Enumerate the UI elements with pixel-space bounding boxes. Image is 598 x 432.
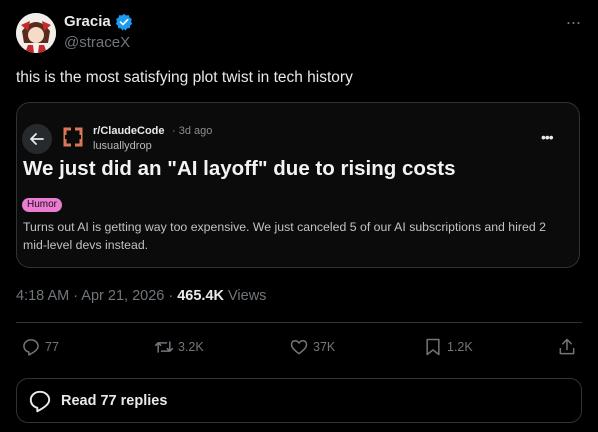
reply-count: 77 [45,340,59,354]
card-more-icon[interactable]: ••• [541,129,554,145]
more-options-icon[interactable]: ··· [563,12,583,32]
bookmark-count: 1.2K [447,340,473,354]
share-button[interactable] [557,336,581,358]
tweet-timestamp[interactable]: 4:18 AM · Apr 21, 2026 · [16,288,177,304]
read-replies-button[interactable]: Read 77 replies [16,378,582,423]
tweet-text: this is the most satisfying plot twist i… [16,69,353,86]
avatar[interactable] [16,13,56,53]
flair-badge: Humor [22,198,63,212]
divider [16,322,582,323]
subreddit-icon[interactable] [62,126,84,148]
tweet-meta: 4:18 AM · Apr 21, 2026 · 465.4K Views [16,288,266,304]
bookmark-button[interactable]: 1.2K [423,336,473,358]
reply-bubble-icon [29,390,51,412]
repost-count: 3.2K [178,340,204,354]
author-handle[interactable]: @straceX [64,34,130,51]
repost-icon [154,341,174,353]
reply-icon [23,339,39,356]
post-body: Turns out AI is getting way too expensiv… [23,220,546,252]
post-title: We just did an "AI layoff" due to rising… [23,157,456,180]
repost-button[interactable]: 3.2K [154,336,204,358]
author-name[interactable]: Gracia [64,13,111,30]
back-arrow-icon[interactable] [22,124,52,154]
post-time: · 3d ago [172,125,213,137]
reply-button[interactable]: 77 [21,336,59,358]
subreddit-name[interactable]: r/ClaudeCode [93,125,165,137]
bookmark-icon [426,338,440,356]
like-button[interactable]: 37K [289,336,335,358]
views-count: 465.4K [177,288,224,304]
heart-icon [290,340,308,355]
read-replies-label: Read 77 replies [61,392,168,409]
like-count: 37K [313,340,336,354]
post-username[interactable]: lusuallydrop [93,140,152,152]
views-label: Views [223,288,267,304]
share-icon [559,338,575,355]
verified-badge-icon [115,13,133,31]
